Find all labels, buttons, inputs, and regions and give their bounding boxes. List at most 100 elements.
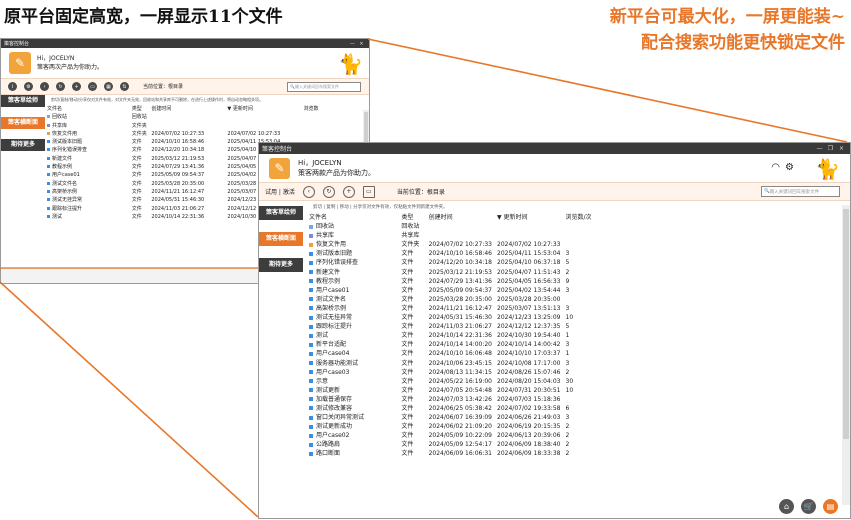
back-icon[interactable]: ‹ <box>40 82 49 91</box>
toolbar: 试用 | 激活 ‹ ↻ + ▭ 当前位置：根目录 🔍 输入关键词回车搜索文件 <box>259 182 850 201</box>
table-row[interactable]: 用户case02 文件 2024/05/09 10:22:09 2024/06/13 … <box>309 431 609 440</box>
table-row[interactable]: 用户case04 文件 2024/10/10 16:06:48 2024/10/10 … <box>309 349 609 358</box>
minimize-icon[interactable]: — <box>348 41 357 47</box>
table-row[interactable]: 新建文件 文件 2025/03/12 21:19:53 2025/04/07 11:5… <box>309 268 609 277</box>
table-row[interactable]: 路口断面 文件 2024/06/09 16:06:31 2024/06/09 18:3… <box>309 449 609 458</box>
file-updated-cell: 2024/07/02 10:27:33 <box>497 241 561 249</box>
column-header[interactable]: 类型 <box>132 105 152 113</box>
table-header: 文件名 类型 创建时间 ▼ 更新时间 浏览数/次 <box>309 213 609 222</box>
table-row[interactable]: 测试文件名 文件 2025/03/28 20:35:00 2025/03/28 20:… <box>309 295 609 304</box>
gear-icon[interactable]: ⚙ <box>24 82 33 91</box>
grid-view-icon[interactable]: ▦ <box>104 82 113 91</box>
table-row[interactable]: 共享库 共享库 <box>309 231 609 240</box>
file-views-cell: 6 <box>565 404 570 412</box>
back-icon[interactable]: ‹ <box>302 185 315 198</box>
gauge-icon[interactable]: ◠ <box>771 162 780 173</box>
table-row[interactable]: 跟踪标注提升 文件 2024/11/03 21:06:27 2024/12/12 12… <box>309 322 609 331</box>
file-views-cell: 5 <box>565 259 570 267</box>
column-header[interactable]: 创建时间 <box>151 105 227 113</box>
table-row[interactable]: 恢复文件用 文件夹 2024/07/02 10:27:33 2024/07/02 10… <box>309 240 609 249</box>
cart-icon[interactable]: 🛒 <box>801 499 816 514</box>
file-updated-cell: 2024/10/30 19:54:40 <box>497 332 561 340</box>
gear-icon[interactable]: ⚙ <box>785 162 794 173</box>
sidebar-item-cross-section[interactable]: 策客横断面 <box>1 117 45 129</box>
add-icon[interactable]: + <box>72 82 81 91</box>
file-name: 跟踪标注提升 <box>316 323 353 331</box>
table-row[interactable]: 窗口关闭异常测试 文件 2024/06/07 16:39:09 2024/06/26 … <box>309 413 609 422</box>
file-created-cell: 2024/05/22 16:19:00 <box>428 377 492 385</box>
home-icon[interactable]: ⌂ <box>779 499 794 514</box>
table-row[interactable]: 恢复文件用 文件夹 2024/07/02 10:27:33 2024/07/02 10… <box>47 130 347 138</box>
column-header[interactable]: 文件名 <box>47 105 132 113</box>
table-row[interactable]: 测试修改兼容 文件 2024/06/25 05:38:42 2024/07/02 19… <box>309 404 609 413</box>
sidebar-item-cross-section[interactable]: 策客横断面 <box>259 232 303 246</box>
document-icon[interactable]: ▤ <box>823 499 838 514</box>
refresh-icon[interactable]: ↻ <box>56 82 65 91</box>
table-row[interactable]: 测试更新成功 文件 2024/06/02 21:09:20 2024/06/19 20… <box>309 422 609 431</box>
sidebar-item-sketcher[interactable]: 策客草绘师 <box>1 95 45 107</box>
sort-icon[interactable]: ⇅ <box>120 82 129 91</box>
column-header[interactable]: 浏览数/次 <box>566 213 610 222</box>
table-row[interactable]: 测试版本旧题 文件 2024/10/10 16:58:46 2025/04/11 15… <box>309 249 609 258</box>
sidebar-item-more[interactable]: 期待更多 <box>1 139 45 151</box>
table-row[interactable]: 新平台适配 文件 2024/10/14 14:00:20 2024/10/14 14:… <box>309 340 609 349</box>
table-row[interactable]: 测试无挂异常 文件 2024/05/31 15:46:30 2024/12/23 13… <box>309 313 609 322</box>
scrollbar-thumb[interactable] <box>843 209 849 439</box>
header: ✎ Hi，JOCELYN 策客两款产品为你助力。 ◠ ⚙ 🐈 <box>259 154 850 182</box>
table-row[interactable]: 服务器功能测试 文件 2024/10/06 23:45:15 2024/10/08 1… <box>309 359 609 368</box>
table-row[interactable]: 测试 文件 2024/10/14 22:31:36 2024/10/30 19:54:… <box>309 331 609 340</box>
file-name: 测试更新 <box>316 386 341 394</box>
table-row[interactable]: 加载普通保存 文件 2024/07/03 13:42:26 2024/07/03 15… <box>309 395 609 404</box>
minimize-icon[interactable]: — <box>814 145 825 152</box>
refresh-icon[interactable]: ↻ <box>322 185 335 198</box>
new-folder-icon[interactable]: ▭ <box>88 82 97 91</box>
file-created-cell: 2024/08/13 11:34:15 <box>428 368 492 376</box>
app-logo-icon: ✎ <box>9 52 31 74</box>
search-input[interactable]: 🔍 输入关键词回车搜索文件 <box>761 186 840 197</box>
file-name: 测试 <box>316 332 329 340</box>
file-name: 新平台适配 <box>316 341 347 349</box>
table-row[interactable]: 教程示例 文件 2024/07/29 13:41:36 2025/04/05 16:5… <box>309 277 609 286</box>
new-folder-icon[interactable]: ▭ <box>362 185 375 198</box>
add-icon[interactable]: + <box>342 185 355 198</box>
table-row[interactable]: 回收站 回收站 <box>47 113 347 121</box>
close-icon[interactable]: × <box>836 145 847 152</box>
file-name: 窗口关闭异常测试 <box>316 414 365 422</box>
trial-activate-link[interactable]: 试用 | 激活 <box>265 187 295 196</box>
file-type-cell: 文件 <box>401 295 414 303</box>
info-icon[interactable]: i <box>8 82 17 91</box>
maximize-icon[interactable]: ❐ <box>825 145 836 152</box>
close-icon[interactable]: × <box>357 41 366 47</box>
caption-right-line2: 配合搜索功能更快锁定文件 <box>641 33 845 53</box>
column-header[interactable]: 浏览数 <box>304 105 348 113</box>
file-views-cell: 9 <box>565 277 570 285</box>
greeting: Hi，JOCELYN <box>37 55 75 62</box>
table-row[interactable]: 示意 文件 2024/05/22 16:19:00 2024/08/20 15:04:… <box>309 377 609 386</box>
column-header[interactable]: 创建时间 <box>429 213 497 222</box>
table-row[interactable]: 序列化错误排查 文件 2024/12/20 10:34:18 2025/04/10 0… <box>309 258 609 267</box>
scrollbar[interactable] <box>842 205 850 505</box>
sidebar-item-more[interactable]: 期待更多 <box>259 258 303 272</box>
search-input[interactable]: 🔍 输入关键词回车搜索文件 <box>287 81 361 92</box>
sidebar-item-sketcher[interactable]: 策客草绘师 <box>259 206 303 220</box>
table-row[interactable]: 回收站 回收站 <box>309 222 609 231</box>
column-header[interactable]: 文件名 <box>309 213 401 222</box>
file-views-cell: 2 <box>565 368 570 376</box>
table-row[interactable]: 用户case03 文件 2024/08/13 11:34:15 2024/08/26 … <box>309 368 609 377</box>
file-updated-cell <box>497 231 565 240</box>
table-row[interactable]: 用户case01 文件 2025/05/09 09:54:37 2025/04/02 … <box>309 286 609 295</box>
column-header[interactable]: 类型 <box>401 213 428 222</box>
table-row[interactable]: 测试更新 文件 2024/07/05 20:54:48 2024/07/31 20:3… <box>309 386 609 395</box>
file-type-cell: 文件夹 <box>131 122 147 129</box>
table-row[interactable]: 共享库 文件夹 <box>47 122 347 130</box>
file-name-cell: 用户case02 <box>309 431 401 440</box>
column-header[interactable]: ▼ 更新时间 <box>227 105 303 113</box>
file-name-cell: 用户case01 <box>309 286 401 295</box>
column-header[interactable]: ▼ 更新时间 <box>497 213 565 222</box>
file-name: 测试无挂异常 <box>52 197 83 204</box>
file-created-cell: 2024/06/07 16:39:09 <box>428 414 492 422</box>
table-row[interactable]: 公路路肩 文件 2024/05/09 12:54:17 2024/06/09 18:3… <box>309 440 609 449</box>
file-type-cell: 文件 <box>401 395 414 403</box>
file-type-cell: 文件 <box>401 404 414 412</box>
table-row[interactable]: 高架桥示例 文件 2024/11/21 16:12:47 2025/03/07 13:… <box>309 304 609 313</box>
